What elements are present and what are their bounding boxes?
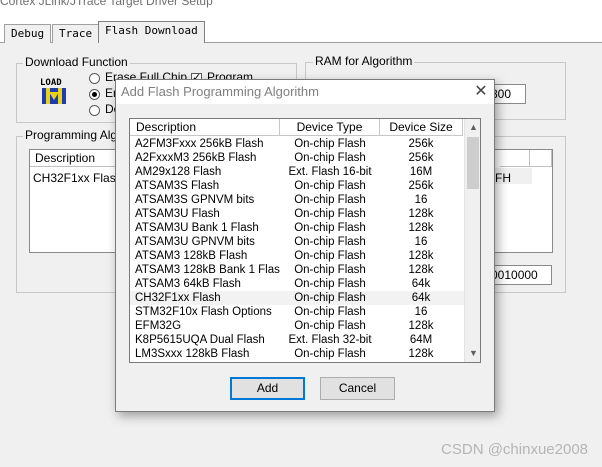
cell-description: EFM32G [135,320,182,332]
dialog-title: Add Flash Programming Algorithm [121,84,319,99]
cell-description: ATSAM3 128kB Bank 1 Flash [135,264,280,276]
cell-device-size: 128k [408,264,434,276]
table-row[interactable]: A2FxxxM3 256kB Flash On-chip Flash 256k [130,151,464,165]
cell-device-size: 256k [408,152,434,164]
cell-description: ATSAM3S GPNVM bits [135,194,255,206]
column-description[interactable]: Description [30,150,120,167]
cell-device-size: 256k [408,138,434,150]
cell-device-type: On-chip Flash [294,320,366,332]
cell-device-type: On-chip Flash [294,222,366,234]
table-row[interactable]: STM32F10x Flash Options On-chip Flash 16 [130,305,464,319]
table-row[interactable]: ATSAM3 64kB Flash On-chip Flash 64k [130,277,464,291]
cell-device-type: On-chip Flash [294,348,366,360]
column-header-b[interactable] [500,150,530,167]
cell-description: A2FM3Fxxx 256kB Flash [135,138,264,150]
table-row[interactable]: EFM32G On-chip Flash 128k [130,319,464,333]
tab-flash-download[interactable]: Flash Download [98,21,205,44]
cell-description: STM32F10x Flash Options [135,306,272,318]
cell-device-type: Ext. Flash 32-bit [288,334,372,346]
cell-device-type: On-chip Flash [294,278,366,290]
tab-debug[interactable]: Debug [4,24,52,43]
algorithm-list[interactable]: Description Device Type Device Size A2FM… [129,118,481,363]
cell-description: CH32F1xx Flash [135,292,221,304]
scroll-up-icon[interactable]: ▲ [465,119,480,136]
cell-device-size: 16 [414,306,428,318]
cancel-button[interactable]: Cancel [320,377,395,400]
scrollbar-thumb[interactable] [467,137,479,189]
load-icon-text: LOAD [40,78,62,88]
cell-description: ATSAM3 128kB Flash [135,250,248,262]
column-header-device-type[interactable]: Device Type [280,119,380,136]
table-row[interactable]: ATSAM3U GPNVM bits On-chip Flash 16 [130,235,464,249]
cell-device-type: On-chip Flash [294,236,366,248]
table-row[interactable]: ATSAM3 128kB Bank 1 Flash On-chip Flash 12… [130,263,464,277]
erase-full-chip-radio[interactable] [89,73,100,84]
cell-description: LM3Sxxx 128kB Flash [135,348,250,360]
cell-description: K8P5615UQA Dual Flash [135,334,265,346]
close-icon[interactable]: ✕ [470,81,492,103]
table-row[interactable]: ATSAM3U Flash On-chip Flash 128k [130,207,464,221]
cell-device-type: On-chip Flash [294,138,366,150]
watermark: CSDN @chinxue2008 [441,441,588,458]
cell-description: ATSAM3 64kB Flash [135,278,241,290]
cell-device-type: Ext. Flash 16-bit [288,166,372,178]
cell-device-type: On-chip Flash [294,250,366,262]
cell-description: ATSAM3S Flash [135,180,220,192]
table-row[interactable]: CH32F1xx Flash On-chip Flash 64k [130,291,464,305]
cell-device-type: On-chip Flash [294,194,366,206]
table-row[interactable]: AM29x128 Flash Ext. Flash 16-bit 16M [130,165,464,179]
cell-device-size: 16M [409,166,433,178]
cell-device-size: 64k [411,278,431,290]
table-row[interactable]: ATSAM3U Bank 1 Flash On-chip Flash 128k [130,221,464,235]
cell-device-type: On-chip Flash [294,306,366,318]
table-row[interactable]: K8P5615UQA Dual Flash Ext. Flash 32-bit 64… [130,333,464,347]
cell-device-type: On-chip Flash [294,208,366,220]
table-row[interactable]: ATSAM3S Flash On-chip Flash 256k [130,179,464,193]
scroll-down-icon[interactable]: ▼ [465,345,480,362]
cell-description: ATSAM3U GPNVM bits [135,236,255,248]
add-button[interactable]: Add [230,377,305,400]
cell-device-type: On-chip Flash [294,264,366,276]
tab-trace[interactable]: Trace [52,24,100,43]
do-not-erase-radio[interactable] [89,105,100,116]
table-row[interactable]: ATSAM3S GPNVM bits On-chip Flash 16 [130,193,464,207]
column-header-device-size[interactable]: Device Size [380,119,463,136]
cell-device-size: 64M [409,334,433,346]
table-row[interactable]: ATSAM3 128kB Flash On-chip Flash 128k [130,249,464,263]
table-row[interactable]: LM3Sxxx 128kB Flash On-chip Flash 128k [130,347,464,361]
erase-sectors-radio[interactable] [89,89,100,100]
cell-device-size: 64k [411,292,431,304]
table-row[interactable]: A2FM3Fxxx 256kB Flash On-chip Flash 256k [130,137,464,151]
cell-device-size: 16 [414,194,428,206]
algorithm-rows: A2FM3Fxxx 256kB Flash On-chip Flash 256k A2… [130,137,464,361]
load-icon: LOAD [38,76,72,106]
download-function-label: Download Function [23,55,130,69]
cell-device-size: 256k [408,180,434,192]
cell-device-type: On-chip Flash [294,152,366,164]
cell-device-size: 128k [408,208,434,220]
column-header-description[interactable]: Description [130,119,280,136]
list-item-range: FH [495,171,511,185]
cell-device-size: 128k [408,348,434,360]
ram-for-algorithm-label: RAM for Algorithm [313,54,415,68]
column-header-c[interactable] [530,150,552,167]
cell-device-size: 128k [408,250,434,262]
cell-description: AM29x128 Flash [135,166,222,178]
window-title: Cortex JLink/JTrace Target Driver Setup [0,0,213,8]
cell-description: A2FxxxM3 256kB Flash [135,152,257,164]
cell-device-type: On-chip Flash [294,180,366,192]
vertical-scrollbar[interactable]: ▲ ▼ [464,119,480,362]
list-item[interactable]: CH32F1xx Flash [33,171,122,185]
cell-description: ATSAM3U Flash [135,208,220,220]
cell-device-size: 128k [408,222,434,234]
cell-device-size: 128k [408,320,434,332]
cell-device-type: On-chip Flash [294,292,366,304]
add-flash-algorithm-dialog: Add Flash Programming Algorithm ✕ Descri… [115,79,495,412]
cell-description: ATSAM3U Bank 1 Flash [135,222,259,234]
cell-device-size: 16 [414,236,428,248]
end-address-field[interactable]: 0010000 [486,265,552,285]
